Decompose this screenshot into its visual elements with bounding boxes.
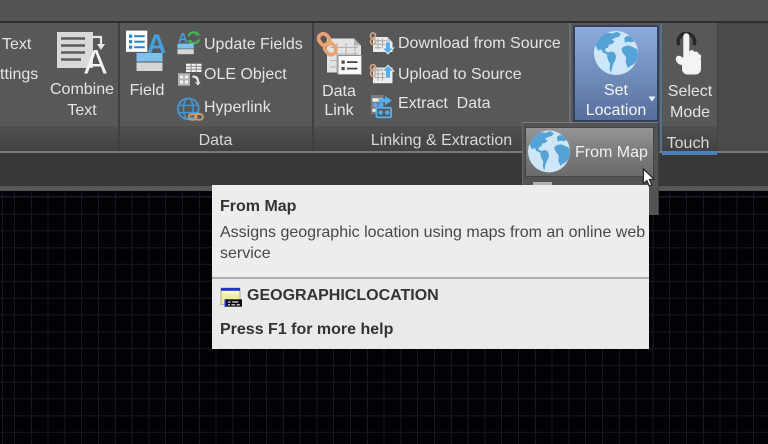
svg-text:A: A — [147, 29, 167, 59]
svg-text:A: A — [178, 30, 188, 45]
svg-text:A: A — [84, 44, 107, 82]
